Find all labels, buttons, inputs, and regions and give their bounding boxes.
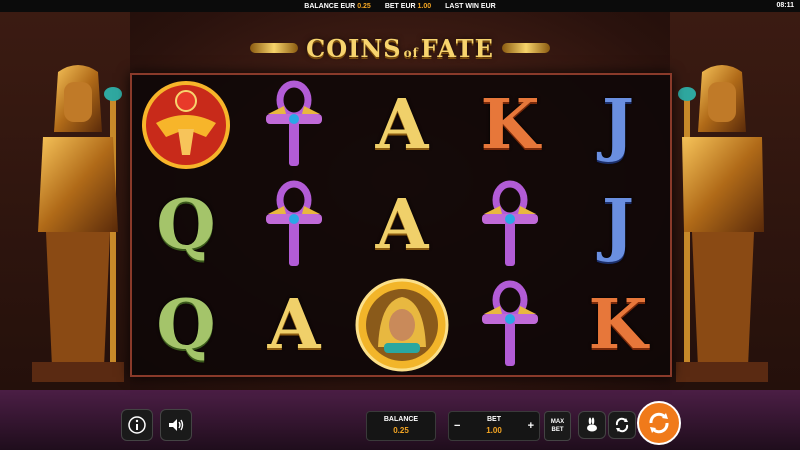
bet-value: 1.00 [486, 426, 502, 435]
bet-panel: − BET 1.00 + [448, 411, 540, 441]
topbar-last-win: LAST WIN EUR [445, 2, 496, 10]
turbo-button[interactable] [578, 411, 606, 439]
pharaoh-statue-right [676, 65, 768, 382]
reel-cell [348, 275, 456, 375]
reel-cell [240, 75, 348, 175]
title-wing-right [501, 43, 550, 53]
ankh-icon [482, 280, 538, 366]
reel-cell [456, 275, 564, 375]
symbol-a: A [375, 185, 429, 265]
reel-cell: A [348, 75, 456, 175]
symbol-a: A [375, 85, 429, 165]
reel-cell: A [348, 175, 456, 275]
topbar-balance: BALANCE EUR 0.25 [304, 2, 371, 10]
sound-button[interactable] [160, 409, 192, 441]
reel-cell: K [456, 75, 564, 175]
reel-cell: J [564, 175, 672, 275]
autoplay-button[interactable] [608, 411, 636, 439]
rabbit-icon [587, 417, 597, 432]
ankh-icon [266, 180, 322, 266]
reel-cell: Q [132, 175, 240, 275]
reel-cell [456, 175, 564, 275]
balance-value: 0.25 [393, 426, 409, 435]
symbol-k: K [588, 285, 648, 365]
max-bet-label-2: BET [551, 427, 564, 433]
title-text: COINS ofFATE [306, 33, 494, 63]
top-status-bar: BALANCE EUR 0.25 BET EUR 1.00 LAST WIN E… [0, 0, 800, 12]
reel-cell: K [564, 275, 672, 375]
balance-panel: BALANCE 0.25 [366, 411, 436, 441]
cleopatra-coin-icon [355, 278, 449, 372]
symbol-j: J [601, 85, 635, 165]
max-bet-button[interactable]: MAX BET [544, 411, 571, 441]
pharaoh-statue-left [32, 65, 124, 382]
autoplay-icon [615, 417, 629, 433]
reel-cell [240, 175, 348, 275]
info-button[interactable] [121, 409, 153, 441]
symbol-q: Q [156, 285, 216, 365]
reel-cell: J [564, 75, 672, 175]
symbol-j: J [601, 185, 635, 265]
reel-cell [132, 75, 240, 175]
game-title: COINS ofFATE [250, 30, 550, 66]
ankh-icon [482, 180, 538, 266]
bet-increase-button[interactable]: + [528, 420, 534, 432]
ankh-icon [266, 80, 322, 166]
title-wing-left [250, 43, 299, 53]
symbol-a: A [267, 285, 321, 365]
bet-label: BET [487, 416, 501, 423]
balance-label: BALANCE [383, 416, 419, 423]
clock: 08:11 [776, 2, 794, 9]
info-icon [128, 416, 146, 434]
spin-icon [649, 412, 669, 434]
speaker-icon [169, 419, 184, 431]
reel-cell: A [240, 275, 348, 375]
scarab-wild-icon [142, 81, 230, 169]
spin-button[interactable] [637, 401, 681, 445]
bet-decrease-button[interactable]: − [454, 420, 460, 432]
max-bet-label-1: MAX [550, 419, 565, 425]
symbol-k: K [480, 85, 540, 165]
topbar-bet: BET EUR 1.00 [384, 2, 432, 10]
reel-grid: AKJQ A JQA K [130, 73, 672, 377]
symbol-q: Q [156, 185, 216, 265]
reel-cell: Q [132, 275, 240, 375]
